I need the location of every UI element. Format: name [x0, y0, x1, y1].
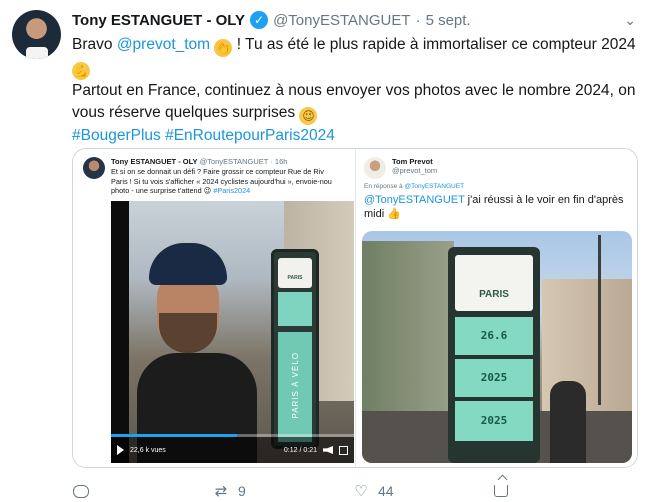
reply-button[interactable]: [72, 482, 212, 500]
text-segment: Bravo: [72, 36, 117, 53]
hashtag-link[interactable]: #EnRoutepourParis2024: [165, 127, 335, 144]
embedded-line: Rue de Riv: [287, 167, 324, 176]
tweet-actions: ⇄ 9 ♡ 44: [72, 480, 638, 502]
hashtag-link[interactable]: #BougerPlus: [72, 127, 161, 144]
tweet-header: Tony ESTANGUET - OLY ✓ @TonyESTANGUET · …: [72, 10, 471, 30]
totem-label: PARIS: [455, 255, 533, 311]
fullscreen-icon[interactable]: [339, 445, 348, 455]
author-handle[interactable]: @TonyESTANGUET: [273, 12, 410, 29]
totem-label: PARIS: [278, 258, 312, 288]
embedded-avatar: [83, 157, 105, 179]
text-segment: ! Tu as été le plus rapide à immortalise…: [232, 36, 636, 53]
reply-icon: [72, 482, 90, 500]
video-person: [137, 243, 257, 463]
tweet-line-1: Bravo @prevot_tom 👏 ! Tu as été le plus …: [72, 34, 642, 80]
chevron-down-icon[interactable]: ⌄: [624, 12, 636, 29]
heart-icon: ♡: [354, 483, 368, 500]
retweet-count: 9: [238, 483, 246, 499]
embedded-hashtag: #Paris2024: [213, 186, 251, 195]
tweet-line-2: Partout en France, continuez à nous envo…: [72, 80, 642, 125]
totem-screen: 26.6: [455, 317, 533, 355]
winking-face-emoji-icon: 😉: [299, 107, 318, 125]
totem-vertical-text: PARIS À VÉLO: [291, 352, 300, 419]
embedded-reply-text: @TonyESTANGUET j'ai réussi à le voir en …: [364, 193, 634, 221]
embedded-tweet-text: Et si on se donnait un défi ? Faire gros…: [111, 167, 351, 196]
author-name[interactable]: Tony ESTANGUET - OLY: [72, 12, 245, 29]
tweet-text: Bravo @prevot_tom 👏 ! Tu as été le plus …: [72, 34, 642, 147]
embedded-mention: @TonyESTANGUET: [364, 194, 465, 206]
totem-screen: 2025: [455, 359, 533, 397]
embedded-author-handle: @prevot_tom: [392, 166, 438, 175]
totem-screen: 2025: [455, 401, 533, 441]
embedded-line: Paris ! Si tu vois s'afficher « 2024 cyc…: [111, 176, 332, 186]
media-right-screenshot[interactable]: Tom Prevot @prevot_tom En réponse à @Ton…: [356, 149, 637, 467]
clapping-hands-emoji-icon: 👏: [214, 39, 233, 57]
embedded-author-name: Tom Prevot: [392, 157, 433, 166]
video-views: 22,6 k vues: [130, 446, 166, 454]
volume-icon[interactable]: [323, 446, 333, 454]
embedded-line: photo - une surprise t'attend: [111, 186, 202, 195]
reply-handle: @TonyESTANGUET: [404, 183, 465, 190]
like-count: 44: [378, 483, 394, 499]
author-avatar[interactable]: [12, 10, 61, 59]
embedded-header: Tony ESTANGUET - OLY @TonyESTANGUET · 16…: [111, 157, 287, 166]
tweet-hashtags: #BougerPlus #EnRoutepourParis2024: [72, 125, 642, 147]
reply-prefix: En réponse à: [364, 183, 403, 190]
mention-link[interactable]: @prevot_tom: [117, 36, 210, 53]
media-grid: Tony ESTANGUET - OLY @TonyESTANGUET · 16…: [72, 148, 638, 468]
flexed-biceps-emoji-icon: 💪: [72, 62, 90, 80]
video-player[interactable]: PARIS PARIS À VÉLO 22,6 k vues 0:12 / 0:…: [111, 201, 354, 463]
reply-context: En réponse à @TonyESTANGUET: [364, 183, 464, 190]
video-time: 0:12 / 0:21: [283, 446, 317, 454]
embedded-author-handle: @TonyESTANGUET · 16h: [199, 157, 288, 166]
separator-dot: ·: [415, 11, 421, 29]
video-controls: 22,6 k vues 0:12 / 0:21: [111, 437, 354, 463]
bike-counter-totem: PARIS PARIS À VÉLO: [271, 249, 319, 449]
verified-badge-icon: ✓: [250, 11, 269, 29]
media-left-screenshot[interactable]: Tony ESTANGUET - OLY @TonyESTANGUET · 16…: [73, 149, 356, 467]
bike-counter-totem: PARIS 26.6 2025 2025: [448, 247, 540, 463]
video-frame: PARIS PARIS À VÉLO: [129, 201, 354, 463]
thumbs-up-emoji-icon: 👍: [387, 208, 401, 220]
embedded-line: Et si on se donnait un défi ? Faire gros…: [111, 167, 286, 176]
tweet-date[interactable]: 5 sept.: [426, 12, 471, 29]
retweet-button[interactable]: ⇄ 9: [212, 482, 352, 500]
street-photo: PARIS 26.6 2025 2025: [362, 231, 632, 463]
text-segment: Partout en France, continuez à nous envo…: [72, 82, 636, 121]
play-icon[interactable]: [117, 445, 124, 455]
like-button[interactable]: ♡ 44: [352, 482, 492, 500]
embedded-author-name: Tony ESTANGUET - OLY: [111, 157, 198, 166]
share-button[interactable]: [492, 482, 632, 500]
tweet: Tony ESTANGUET - OLY ✓ @TonyESTANGUET · …: [0, 0, 650, 502]
share-icon: [492, 482, 510, 500]
retweet-icon: ⇄: [214, 483, 228, 500]
embedded-header: Tom Prevot @prevot_tom: [392, 157, 437, 175]
embedded-avatar: [364, 157, 386, 179]
